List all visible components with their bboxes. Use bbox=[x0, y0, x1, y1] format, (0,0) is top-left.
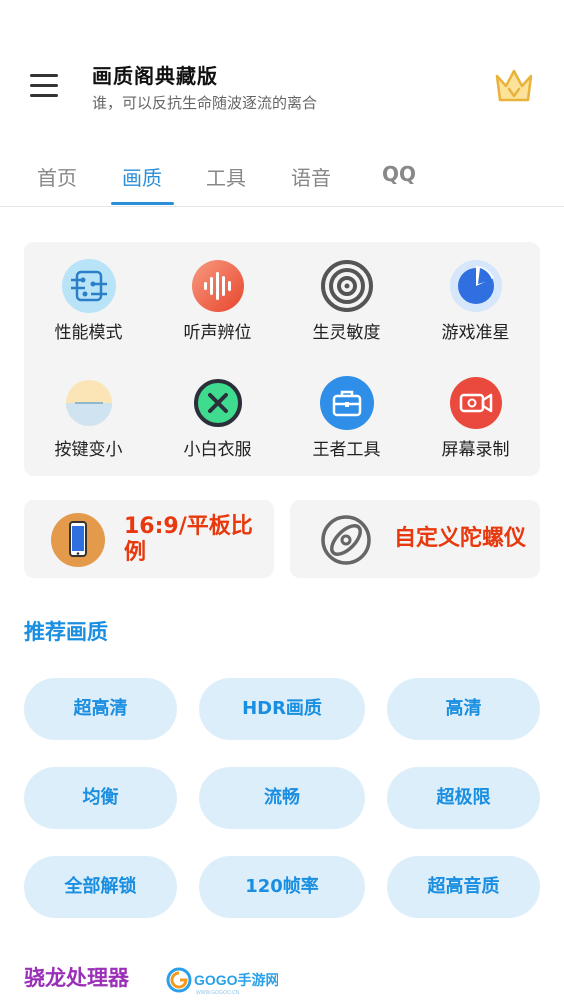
chip-icon bbox=[61, 259, 116, 313]
preset-balanced[interactable]: 均衡 bbox=[24, 767, 177, 829]
snapdragon-title: 骁龙处理器 bbox=[24, 966, 129, 990]
preset-ultra-hd[interactable]: 超高清 bbox=[24, 678, 177, 740]
tool-label: 王者工具 bbox=[312, 440, 381, 460]
preset-120fps[interactable]: 120帧率 bbox=[199, 856, 365, 918]
crosshair-pie-icon bbox=[449, 260, 502, 312]
recommend-title: 推荐画质 bbox=[24, 620, 108, 644]
tab-indicator bbox=[111, 202, 174, 205]
tool-label: 性能模式 bbox=[54, 323, 123, 343]
tab-quality[interactable]: 画质 bbox=[122, 162, 162, 191]
app-header: 画质阁典藏版 谁，可以反抗生命随波逐流的离合 bbox=[0, 0, 564, 140]
gyroscope-icon bbox=[321, 515, 371, 565]
gyroscope-card[interactable]: 自定义陀螺仪 bbox=[290, 500, 540, 578]
close-circle-icon bbox=[193, 379, 242, 427]
menu-icon[interactable] bbox=[30, 72, 60, 100]
gogo-watermark-logo: GOGO手游网 WWW.GOGOO.CN bbox=[166, 967, 278, 996]
tool-sound-locate[interactable]: 听声辨位 bbox=[153, 242, 282, 343]
tool-screen-record[interactable]: 屏幕录制 bbox=[411, 359, 540, 460]
tool-performance-mode[interactable]: 性能模式 bbox=[24, 242, 153, 343]
app-subtitle: 谁，可以反抗生命随波逐流的离合 bbox=[92, 94, 318, 112]
tool-crosshair[interactable]: 游戏准星 bbox=[411, 242, 540, 343]
preset-hd[interactable]: 高清 bbox=[387, 678, 540, 740]
phone-icon bbox=[51, 513, 105, 567]
preset-extreme[interactable]: 超极限 bbox=[387, 767, 540, 829]
tool-label: 小白衣服 bbox=[183, 440, 252, 460]
aspect-ratio-card[interactable]: 16:9/平板比例 bbox=[24, 500, 274, 578]
app-title: 画质阁典藏版 bbox=[92, 64, 218, 88]
tool-label: 屏幕录制 bbox=[441, 440, 510, 460]
crown-icon[interactable] bbox=[494, 66, 534, 106]
preset-unlock-all[interactable]: 全部解锁 bbox=[24, 856, 177, 918]
tool-king-tools[interactable]: 王者工具 bbox=[282, 359, 411, 460]
aspect-ratio-label: 16:9/平板比例 bbox=[124, 514, 253, 565]
tool-label: 游戏准星 bbox=[441, 323, 510, 343]
watermark-text: GOGO手游网 bbox=[194, 972, 278, 988]
tool-label: 听声辨位 bbox=[183, 323, 252, 343]
preset-hq-audio[interactable]: 超高音质 bbox=[387, 856, 540, 918]
gyroscope-label: 自定义陀螺仪 bbox=[394, 526, 527, 551]
minus-circle-icon bbox=[65, 380, 112, 426]
tool-label: 按键变小 bbox=[54, 440, 123, 460]
tool-white-clothes[interactable]: 小白衣服 bbox=[153, 359, 282, 460]
preset-hdr[interactable]: HDR画质 bbox=[199, 678, 365, 740]
target-icon bbox=[320, 260, 373, 312]
toolbox-icon bbox=[319, 376, 374, 430]
tool-label: 生灵敏度 bbox=[312, 323, 381, 343]
tab-qq[interactable]: QQ bbox=[382, 162, 416, 186]
video-camera-icon bbox=[449, 377, 502, 429]
tab-home[interactable]: 首页 bbox=[37, 162, 77, 191]
tab-tools[interactable]: 工具 bbox=[206, 162, 246, 191]
tab-voice[interactable]: 语音 bbox=[291, 162, 331, 191]
tab-bar: 首页 画质 工具 语音 QQ bbox=[0, 150, 564, 207]
tool-grid: 性能模式 听声辨位 生灵敏度 游戏准星 按键变小 小白衣服 王者工具 屏幕录制 bbox=[24, 242, 540, 476]
tool-sensitivity[interactable]: 生灵敏度 bbox=[282, 242, 411, 343]
sound-wave-icon bbox=[191, 260, 244, 312]
watermark-url: WWW.GOGOO.CN bbox=[196, 990, 240, 996]
tool-shrink-keys[interactable]: 按键变小 bbox=[24, 359, 153, 460]
preset-smooth[interactable]: 流畅 bbox=[199, 767, 365, 829]
